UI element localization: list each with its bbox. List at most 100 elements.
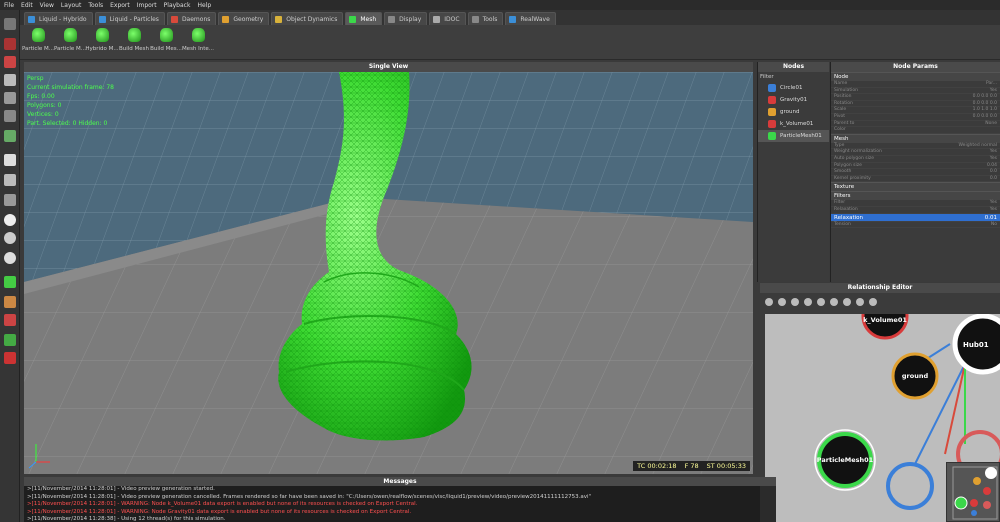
menu-import[interactable]: Import [137,2,157,9]
refresh-icon[interactable] [778,297,786,306]
relationship-canvas[interactable]: k_Volume01 Hub01 ground ParticleMesh01 [765,314,1000,522]
section-node[interactable]: Node [831,72,1000,81]
mesh-tool-icon[interactable] [4,130,16,142]
param-row[interactable]: Auto polygon size Yes [831,156,1000,163]
filter-icon[interactable] [830,297,838,306]
sort-icon[interactable] [843,297,851,306]
rotate-tool-icon[interactable] [4,92,16,104]
shelf-button-2[interactable]: Hybrido M... [85,25,119,60]
tab-realwave[interactable]: RealWave [505,12,556,25]
sphere-shaded-icon[interactable] [4,232,16,244]
menu-help[interactable]: Help [197,2,211,9]
param-label: Type [834,142,845,148]
param-row[interactable]: Weight normalization Yes [831,149,1000,156]
tab-icon [275,15,283,23]
scale-tool-icon[interactable] [4,110,16,122]
param-value: Yes [989,206,997,212]
viewport-3d[interactable]: Persp Current simulation frame: 78 Fps: 0.… [24,72,753,474]
sphere-icon[interactable] [4,214,16,226]
section-texture[interactable]: Texture [831,182,1000,192]
param-row[interactable]: Relaxation Yes [831,207,1000,214]
messages-scrollbar[interactable] [760,486,776,522]
tab-display[interactable]: Display [384,12,428,25]
section-mesh[interactable]: Mesh [831,133,1000,143]
red-tool-icon[interactable] [4,314,16,326]
tab-label: Geometry [233,15,264,23]
layout-icon[interactable] [817,297,825,306]
nodes-filter[interactable]: Filter [758,72,829,82]
shelf-button-3[interactable]: Build Mesh [118,25,150,60]
shelf-button-1[interactable]: Particle M... [54,25,86,60]
param-row[interactable]: Polygon size 0.04 [831,163,1000,170]
menu-edit[interactable]: Edit [21,2,33,9]
param-row-relaxation-selected[interactable]: Relaxation 0.01 [831,213,1000,222]
section-filters[interactable]: Filters [831,191,1000,201]
hub-icon[interactable] [804,297,812,306]
relationship-minimap[interactable] [946,462,1000,522]
param-row[interactable]: Parent to None [831,121,1000,128]
param-row[interactable]: Pivot 0.0 0.0 0.0 [831,114,1000,121]
menu-layout[interactable]: Layout [61,2,81,9]
tab-mesh[interactable]: Mesh [345,12,383,25]
param-row[interactable]: Smooth 0.0 [831,169,1000,176]
export-icon[interactable] [4,334,16,346]
hud-line: Fps: 0.00 [27,93,55,100]
param-label: Rotation [834,100,853,106]
node-item-k_volume01[interactable]: k_Volume01 [758,118,829,130]
zoom-icon[interactable] [791,297,799,306]
tab-geometry[interactable]: Geometry [218,12,270,25]
mesh-icon [159,28,173,42]
tab-icon [388,15,396,23]
node-item-circle01[interactable]: Circle01 [758,82,829,94]
param-label: Simulation [834,87,858,93]
menu-tools[interactable]: Tools [88,2,103,9]
shelf-button-4[interactable]: Build Mes... [150,25,182,60]
node-item-label: Gravity01 [780,97,808,103]
shelf-button-0[interactable]: Particle M... [22,25,54,60]
node-item-gravity01[interactable]: Gravity01 [758,94,829,106]
param-row[interactable]: Position 0.0 0.0 0.0 [831,94,1000,101]
save-icon[interactable] [4,352,16,364]
node-item-particlemesh01[interactable]: ParticleMesh01 [758,130,829,142]
link-icon[interactable] [765,297,773,306]
relationship-editor-title: Relationship Editor [760,283,1000,293]
tab-tools[interactable]: Tools [467,12,504,25]
sim-time: ST 00:05:33 [706,462,746,470]
tab-object-dynamics[interactable]: Object Dynamics [271,12,344,25]
settings-icon[interactable] [856,297,864,306]
param-row[interactable]: Scale 1.0 1.0 1.0 [831,107,1000,114]
shelf-button-5[interactable]: Mesh Inte... [182,25,214,60]
param-value: 0.01 [984,214,997,221]
menu-playback[interactable]: Playback [164,2,191,9]
tab-idoc[interactable]: IDOC [429,12,466,25]
menu-export[interactable]: Export [110,2,130,9]
cube-icon[interactable] [4,154,16,166]
param-row[interactable]: Color [831,127,1000,134]
tab-liquid-hybrido[interactable]: Liquid - Hybrido [24,12,93,25]
brush-icon[interactable] [4,296,16,308]
record-icon[interactable] [4,56,16,68]
select-tool-icon[interactable] [4,18,16,30]
tab-liquid-particles[interactable]: Liquid - Particles [94,12,165,25]
box-icon[interactable] [4,194,16,206]
messages-log[interactable]: >[11/November/2014 11:28:01] - Video pre… [24,486,760,522]
sphere-white-icon[interactable] [4,252,16,264]
tab-daemons[interactable]: Daemons [166,12,217,25]
green-tool-icon[interactable] [4,276,16,288]
move-tool-icon[interactable] [4,74,16,86]
cube-wire-icon[interactable] [4,174,16,186]
help-icon[interactable] [869,297,877,306]
param-row[interactable]: Filter Yes [831,200,1000,207]
node-item-label: ground [780,109,800,115]
node-item-ground[interactable]: ground [758,106,829,118]
menu-view[interactable]: View [40,2,54,9]
viewport-hud: Persp Current simulation frame: 78 Fps: 0.… [27,74,114,128]
param-row[interactable]: Tension No [831,222,1000,229]
param-row[interactable]: Kernel proximity 0.0 [831,176,1000,183]
menu-file[interactable]: File [4,2,14,9]
param-row[interactable]: Name Par... [831,81,1000,88]
nodes-panel-title: Nodes [758,62,829,72]
hud-line: Vertices: 0 [27,111,59,118]
daemon-tool-icon[interactable] [4,38,16,50]
param-value: 0.04 [986,162,997,168]
